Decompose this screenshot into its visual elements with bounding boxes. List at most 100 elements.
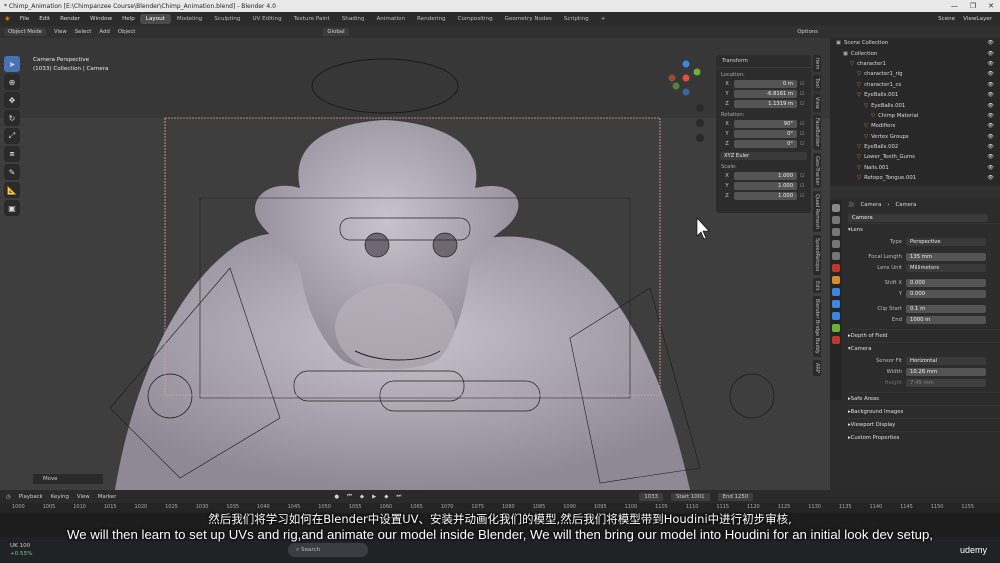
tab-rendering[interactable]: Rendering [411, 14, 452, 24]
render-tab-icon[interactable] [832, 216, 840, 224]
tab-animation[interactable]: Animation [370, 14, 411, 24]
outliner-row[interactable]: ▽ Lower_Teeth_Gums 👁 [830, 152, 1000, 162]
tab-layout[interactable]: Layout [139, 14, 171, 24]
object-menu[interactable]: Object [118, 29, 136, 35]
scale-tool-icon[interactable]: ⤢ [4, 128, 20, 144]
scene-tab-icon[interactable] [832, 252, 840, 260]
lock-icon[interactable]: ⊡ [797, 121, 807, 127]
lock-icon[interactable]: ⊡ [797, 81, 807, 87]
add-menu[interactable]: Add [99, 29, 109, 35]
view-layer-selector[interactable]: ViewLayer [963, 16, 992, 22]
lens-unit-dropdown[interactable]: Millimeters [906, 263, 986, 272]
shift-y-field[interactable]: 0.000 [906, 289, 986, 298]
taskbar-search[interactable]: ⌕ Search [288, 543, 368, 557]
tab-speedretopo[interactable]: SpeedRetopo [813, 235, 821, 275]
tab-item[interactable]: Item [813, 55, 821, 73]
tab-geo-tracker[interactable]: Geo-Tracker [813, 152, 821, 189]
visibility-eye-icon[interactable]: 👁 [987, 144, 1000, 150]
rotation-x-field[interactable]: X 90° ⊡ [720, 119, 807, 128]
start-frame-field[interactable]: Start 1001 [670, 492, 710, 501]
dof-section[interactable]: ▸ Depth of Field [848, 329, 1000, 342]
tab-sculpting[interactable]: Sculpting [208, 14, 246, 24]
outliner-row[interactable]: ▽ character1_cs 👁 [830, 80, 1000, 90]
visibility-eye-icon[interactable]: 👁 [987, 82, 1000, 88]
focal-length-field[interactable]: 135 mm [906, 252, 986, 261]
visibility-eye-icon[interactable]: 👁 [987, 123, 1000, 129]
end-frame-field[interactable]: End 1250 [717, 492, 754, 501]
visibility-eye-icon[interactable]: 👁 [987, 103, 1000, 109]
cursor-tool-icon[interactable]: ⊕ [4, 74, 20, 90]
marker-menu[interactable]: Marker [98, 494, 117, 500]
lock-icon[interactable]: ⊡ [797, 101, 807, 107]
menu-file[interactable]: File [15, 16, 34, 22]
lens-section[interactable]: ▾ Lens [848, 223, 1000, 236]
navigation-gizmo[interactable] [664, 56, 708, 156]
shift-x-field[interactable]: 0.000 [906, 278, 986, 287]
mode-dropdown[interactable]: Object Mode [4, 28, 46, 36]
location-y-field[interactable]: Y -6.8161 m ⊡ [720, 89, 807, 98]
lock-icon[interactable]: ⊡ [797, 91, 807, 97]
play-icon[interactable]: ▶ [372, 494, 376, 500]
camera-data-tab-icon[interactable] [832, 324, 840, 332]
visibility-eye-icon[interactable]: 👁 [987, 134, 1000, 140]
rotate-tool-icon[interactable]: ↻ [4, 110, 20, 126]
tab-facebuilder[interactable]: FaceBuilder [813, 114, 821, 150]
rotation-z-field[interactable]: Z 0° ⊡ [720, 139, 807, 148]
outliner-row[interactable]: ▽ Nails.001 👁 [830, 163, 1000, 173]
outliner-row[interactable]: ▽ Vertex Groups 👁 [830, 132, 1000, 142]
location-x-field[interactable]: X0 m ⊡ [720, 79, 807, 88]
outliner-row[interactable]: ▽ EyeBalls.001 👁 [830, 100, 1000, 110]
next-key-icon[interactable]: ◆ [384, 494, 388, 500]
select-tool-icon[interactable]: ➤ [4, 56, 20, 72]
background-images-section[interactable]: ▸ Background Images [848, 405, 1000, 418]
modifiers-tab-icon[interactable] [832, 288, 840, 296]
outliner-row[interactable]: ▽ character1 👁 [830, 59, 1000, 69]
add-workspace-button[interactable]: + [595, 14, 612, 24]
output-tab-icon[interactable] [832, 228, 840, 236]
object-tab-icon[interactable] [832, 276, 840, 284]
physics-tab-icon[interactable] [832, 300, 840, 308]
lock-icon[interactable]: ⊡ [797, 141, 807, 147]
jump-end-icon[interactable]: ⏭ [396, 493, 401, 500]
current-frame-field[interactable]: 1033 [639, 492, 663, 501]
menu-help[interactable]: Help [117, 16, 140, 22]
menu-render[interactable]: Render [55, 16, 85, 22]
maximize-button[interactable]: ❐ [970, 2, 976, 10]
options-dropdown[interactable]: Options [797, 29, 818, 35]
playback-menu[interactable]: Playback [19, 494, 43, 500]
stock-widget[interactable]: UK 100 +0.55% [0, 542, 38, 558]
scale-y-field[interactable]: Y 1.000 ⊡ [720, 181, 807, 190]
tab-shading[interactable]: Shading [336, 14, 371, 24]
visibility-eye-icon[interactable]: 👁 [987, 51, 1000, 57]
camera-section[interactable]: ▾ Camera [848, 342, 1000, 355]
visibility-eye-icon[interactable]: 👁 [987, 113, 1000, 119]
editor-type-icon[interactable]: ◷ [6, 494, 11, 500]
viewport-display-section[interactable]: ▸ Viewport Display [848, 418, 1000, 431]
rotation-mode-dropdown[interactable]: XYZ Euler [720, 151, 807, 160]
lock-icon[interactable]: ⊡ [797, 183, 807, 189]
outliner-row[interactable]: ▽ EyeBalls.001 👁 [830, 90, 1000, 100]
tab-quad-remesh[interactable]: Quad Remesh [813, 191, 821, 233]
texture-tab-icon[interactable] [832, 336, 840, 344]
scene-selector[interactable]: Scene [938, 16, 955, 22]
tab-arp[interactable]: ARP [813, 360, 821, 377]
rotation-y-field[interactable]: Y 0° ⊡ [720, 129, 807, 138]
visibility-eye-icon[interactable]: 👁 [987, 154, 1000, 160]
record-button[interactable]: ● [334, 494, 339, 500]
lock-icon[interactable]: ⊡ [797, 173, 807, 179]
tab-view[interactable]: View [813, 94, 821, 112]
transform-header[interactable]: Transform [716, 55, 811, 68]
menu-edit[interactable]: Edit [34, 16, 55, 22]
transform-tool-icon[interactable]: ⧈ [4, 146, 20, 162]
sensor-width-field[interactable]: 10.26 mm [906, 367, 986, 376]
prev-key-icon[interactable]: ◆ [360, 494, 364, 500]
measure-tool-icon[interactable]: 📐 [4, 182, 20, 198]
visibility-eye-icon[interactable]: 👁 [987, 165, 1000, 171]
scale-x-field[interactable]: X 1.000 ⊡ [720, 171, 807, 180]
scale-z-field[interactable]: Z 1.000 ⊡ [720, 191, 807, 200]
outliner-row[interactable]: ▽ Retopo_Tongue.001 👁 [830, 173, 1000, 183]
keying-menu[interactable]: Keying [51, 494, 69, 500]
outliner-row[interactable]: ▽ EyeBalls.002 👁 [830, 142, 1000, 152]
tab-uv-editing[interactable]: UV Editing [246, 14, 287, 24]
constraints-tab-icon[interactable] [832, 312, 840, 320]
